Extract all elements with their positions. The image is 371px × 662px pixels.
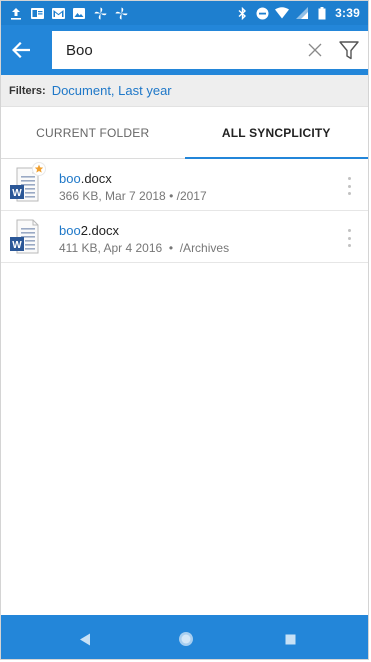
filters-label: Filters: [9,84,46,97]
file-meta: 366 KB, Mar 7 2018 • /2017 [59,189,207,203]
nav-back-icon [80,633,90,645]
more-options-button[interactable] [341,227,357,249]
notification-icons [9,6,128,20]
signal-icon [295,6,309,20]
filters-value-link[interactable]: Document, Last year [52,83,172,98]
battery-icon [315,6,329,20]
pinwheel-icon [93,6,107,20]
file-name-rest: 2.docx [80,223,120,238]
list-item[interactable]: W boo.docx 366 KB, Mar 7 2018 • /2017 [1,159,368,211]
pinwheel-icon [114,6,128,20]
filter-icon [339,41,359,60]
scope-tabs: CURRENT FOLDER ALL SYNCPLICITY [1,107,368,159]
clear-search-button[interactable] [306,41,324,59]
back-button[interactable] [1,25,41,75]
filter-button[interactable] [338,39,360,61]
clock-time: 3:39 [335,6,360,20]
svg-text:W: W [12,240,22,251]
star-icon [32,162,46,176]
file-name-match: boo [59,171,81,186]
bluetooth-icon [235,6,249,20]
nav-home-icon [179,632,193,646]
search-toolbar [1,25,368,75]
system-nav-bar [1,615,368,659]
outlook-icon [30,6,44,20]
nav-recents-icon [285,634,295,644]
more-vert-icon-dot [347,184,351,188]
gmail-icon [51,6,65,20]
upload-icon [9,6,23,20]
phone-screen: 3:39 Filters: Document, Last ye [0,0,369,660]
more-vert-icon-dot [347,192,351,195]
search-input[interactable] [66,41,286,59]
search-results-list: W boo.docx 366 KB, Mar 7 2018 • /2017 W … [1,159,368,263]
search-box [52,31,368,69]
file-name-rest: .docx [80,171,112,186]
tab-all-syncplicity[interactable]: ALL SYNCPLICITY [184,107,369,159]
do-not-disturb-icon [255,6,269,20]
filters-bar: Filters: Document, Last year [1,75,368,107]
status-bar: 3:39 [1,1,368,25]
close-icon [308,43,322,57]
wifi-icon [275,6,290,20]
more-vert-icon [347,229,351,232]
word-document-icon: W [7,217,43,257]
nav-recents-button[interactable] [279,628,301,650]
arrow-left-icon [12,42,30,58]
file-meta: 411 KB, Apr 4 2016 • /Archives [59,241,230,255]
file-name-match: boo [59,223,81,238]
system-icons: 3:39 [235,6,360,20]
file-name: boo2.docx [59,223,119,238]
list-item[interactable]: W boo2.docx 411 KB, Apr 4 2016 • /Archiv… [1,211,368,263]
nav-back-button[interactable] [74,628,96,650]
nav-home-button[interactable] [175,628,197,650]
more-vert-icon-dot [347,236,351,240]
file-name: boo.docx [59,171,112,186]
tab-current-folder[interactable]: CURRENT FOLDER [1,107,185,158]
svg-text:W: W [12,188,22,199]
more-vert-icon [347,177,351,180]
image-icon [72,6,86,20]
more-vert-icon-dot [347,244,351,247]
more-options-button[interactable] [341,175,357,197]
